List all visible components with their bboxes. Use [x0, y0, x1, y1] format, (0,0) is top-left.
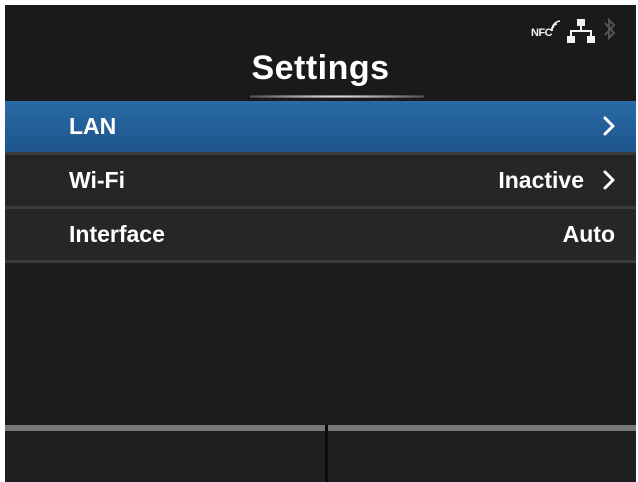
menu-item-wifi[interactable]: Wi-Fi Inactive: [5, 155, 636, 209]
lan-icon: [567, 19, 595, 43]
nfc-icon: NFC: [531, 19, 565, 41]
settings-menu: LAN Wi-Fi Inactive Interface Auto: [5, 101, 636, 263]
status-bar: NFC: [5, 5, 636, 47]
menu-item-label: Interface: [69, 221, 165, 247]
menu-item-label: LAN: [69, 113, 117, 139]
soft-key-bar: [5, 425, 636, 482]
menu-item-value: Auto: [562, 221, 615, 247]
soft-key-right[interactable]: [328, 425, 636, 482]
bluetooth-icon: [604, 17, 616, 41]
page-title: Settings: [251, 49, 390, 87]
menu-item-lan[interactable]: LAN: [5, 101, 636, 155]
chevron-right-icon: [603, 116, 615, 136]
menu-item-interface[interactable]: Interface Auto: [5, 209, 636, 263]
menu-item-value: Inactive: [498, 167, 584, 193]
printer-display: NFC Settings LAN Wi-Fi Inactive Interfac…: [5, 5, 636, 482]
chevron-right-icon: [603, 170, 615, 190]
nfc-waves-icon: [551, 20, 561, 32]
soft-key-left[interactable]: [5, 425, 325, 482]
title-underline: [250, 95, 424, 98]
nfc-label: NFC: [531, 27, 553, 39]
empty-list-area: [5, 263, 636, 423]
menu-item-label: Wi-Fi: [69, 167, 125, 193]
